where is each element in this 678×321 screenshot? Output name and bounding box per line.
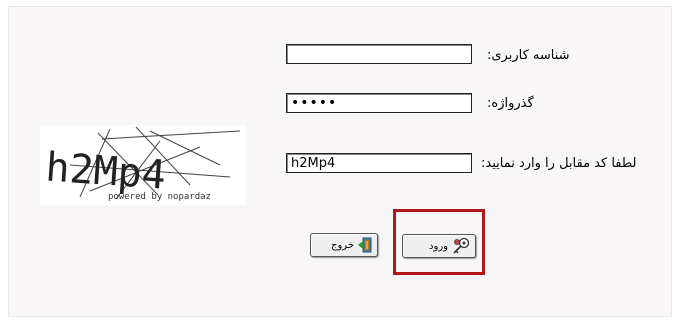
captcha-image: h2Mp4 powered by nopardaz: [40, 125, 246, 205]
exit-door-icon: [358, 237, 372, 253]
captcha-input[interactable]: [286, 153, 472, 173]
login-panel: شناسه کاربری: گذرواژه: ••••• لطفا کد مقا…: [8, 6, 672, 317]
captcha-text: h2Mp4: [44, 144, 167, 198]
exit-button[interactable]: خروج: [310, 233, 378, 257]
username-label: شناسه کاربری:: [487, 48, 570, 63]
username-input[interactable]: [286, 44, 472, 64]
exit-button-label: خروج: [331, 239, 354, 251]
captcha-caption: powered by nopardaz: [108, 192, 211, 202]
enter-button-highlight: [393, 209, 485, 275]
captcha-label: لطفا کد مقابل را وارد نمایید:: [481, 156, 637, 171]
password-input[interactable]: •••••: [286, 93, 472, 113]
password-label: گذرواژه:: [487, 96, 534, 111]
